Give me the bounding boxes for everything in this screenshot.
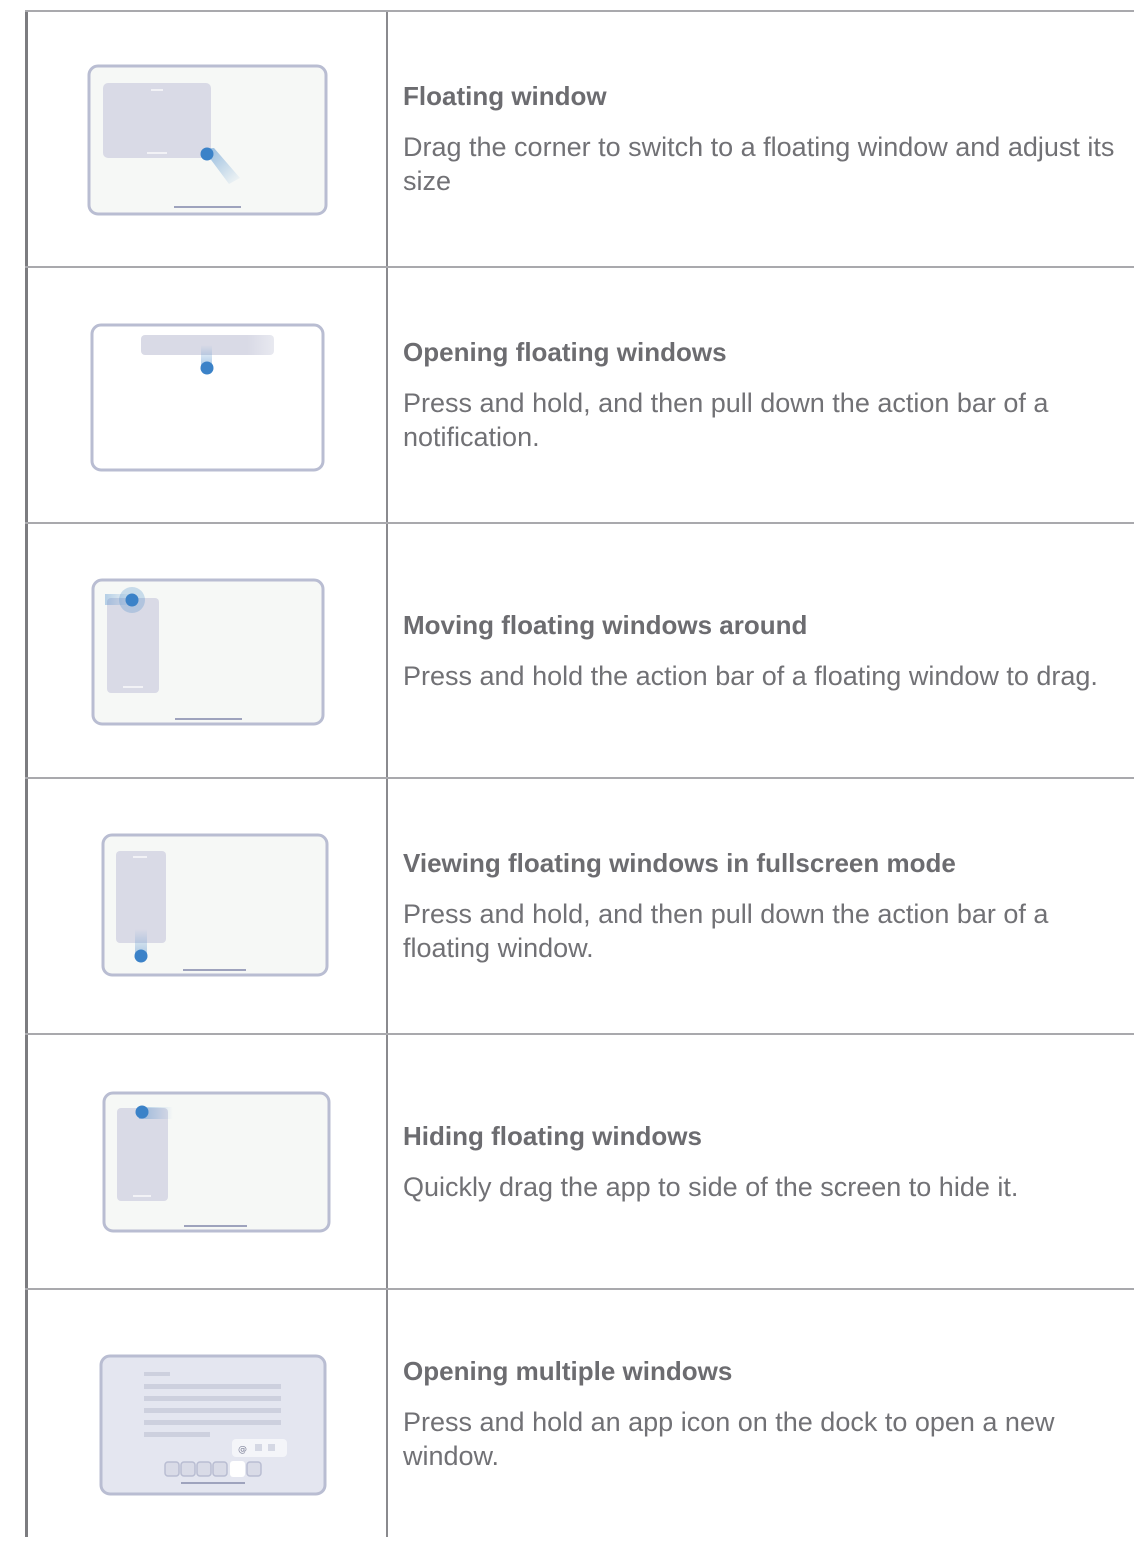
illustration-cell — [27, 524, 386, 777]
floating-window-resize-illustration — [87, 64, 328, 216]
illustration-cell — [27, 779, 386, 1033]
description-cell: Floating window Drag the corner to switc… — [403, 12, 1128, 266]
row-title: Floating window — [403, 81, 607, 111]
floating-window-hide-illustration — [102, 1091, 331, 1233]
illustration-cell — [27, 268, 386, 522]
table-row: Moving floating windows around Press and… — [27, 524, 1134, 777]
table-row: Opening floating windows Press and hold,… — [27, 268, 1134, 522]
row-title: Moving floating windows around — [403, 609, 808, 640]
row-title: Opening floating windows — [403, 337, 727, 367]
row-title: Hiding floating windows — [403, 1120, 702, 1151]
row-description: Drag the corner to switch to a floating … — [403, 132, 1115, 196]
table-row: Hiding floating windows Quickly drag the… — [27, 1035, 1134, 1288]
row-description: Press and hold, and then pull down the a… — [403, 899, 1049, 963]
description-cell: Opening multiple windows Press and hold … — [403, 1290, 1128, 1537]
description-cell: Moving floating windows around Press and… — [403, 524, 1128, 777]
row-description: Quickly drag the app to side of the scre… — [403, 1171, 1019, 1202]
row-description: Press and hold, and then pull down the a… — [403, 388, 1049, 452]
svg-text:@: @ — [238, 1445, 247, 1455]
row-title: Viewing floating windows in fullscreen m… — [403, 848, 956, 878]
row-description: Press and hold the action bar of a float… — [403, 660, 1098, 691]
description-cell: Viewing floating windows in fullscreen m… — [403, 779, 1128, 1033]
illustration-cell — [27, 12, 386, 266]
description-cell: Opening floating windows Press and hold,… — [403, 268, 1128, 522]
table-row: Viewing floating windows in fullscreen m… — [27, 779, 1134, 1033]
notification-pull-down-illustration — [90, 323, 325, 472]
floating-window-move-illustration — [91, 578, 325, 726]
dock-multiple-windows-illustration: @ — [99, 1354, 327, 1496]
description-cell: Hiding floating windows Quickly drag the… — [403, 1035, 1128, 1288]
table-row: Floating window Drag the corner to switc… — [27, 12, 1134, 266]
table-row: @ Opening multiple windows Press and hol… — [27, 1290, 1134, 1537]
floating-window-fullscreen-illustration — [101, 833, 329, 977]
row-title: Opening multiple windows — [403, 1355, 733, 1386]
row-description: Press and hold an app icon on the dock t… — [403, 1406, 1055, 1471]
gesture-table: Floating window Drag the corner to switc… — [0, 0, 1134, 1537]
illustration-cell: @ — [27, 1290, 386, 1537]
illustration-cell — [27, 1035, 386, 1288]
